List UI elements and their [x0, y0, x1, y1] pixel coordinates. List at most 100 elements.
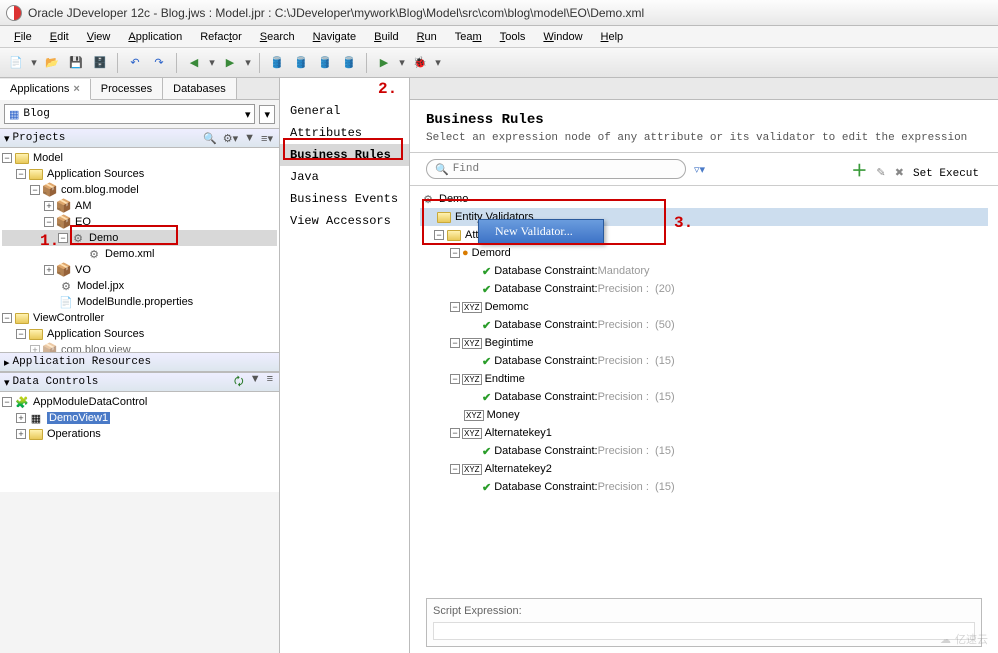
- tree-node-model[interactable]: −Model: [2, 150, 277, 166]
- filter-icon[interactable]: ▼: [248, 373, 263, 392]
- menubar: File Edit View Application Refactor Sear…: [0, 26, 998, 48]
- tab-databases[interactable]: Databases: [163, 78, 237, 99]
- menu-edit[interactable]: Edit: [42, 29, 77, 45]
- rule-node-endtime[interactable]: −XYZEndtime: [420, 370, 988, 388]
- projects-tree[interactable]: −Model −Application Sources −📦com.blog.m…: [0, 148, 279, 352]
- rule-node-demord[interactable]: −●Demord: [420, 244, 988, 262]
- menu-search[interactable]: Search: [252, 29, 303, 45]
- nav-general[interactable]: General: [280, 100, 409, 122]
- application-selector[interactable]: ▦Blog ▾: [4, 104, 255, 124]
- refresh-icon[interactable]: 🗘: [232, 373, 246, 392]
- tree-node-viewcontroller[interactable]: −ViewController: [2, 310, 277, 326]
- gear-icon[interactable]: ⚙▾: [221, 132, 240, 145]
- rule-node-alt1[interactable]: −XYZAlternatekey1: [420, 424, 988, 442]
- rule-node-begintime[interactable]: −XYZBegintime: [420, 334, 988, 352]
- undo-button[interactable]: ↶: [125, 53, 145, 73]
- options-icon[interactable]: ≡: [265, 373, 275, 392]
- find-input-wrapper[interactable]: 🔍: [426, 159, 686, 179]
- db-button-2[interactable]: 🛢️: [291, 53, 311, 73]
- tree-node-vo[interactable]: +📦VO: [2, 262, 277, 278]
- run-button[interactable]: ▶: [374, 53, 394, 73]
- tree-node-demoview[interactable]: +▦DemoView1: [2, 410, 277, 426]
- script-expression-input[interactable]: [433, 622, 975, 640]
- rule-constraint[interactable]: ✔Database Constraint: Precision : (15): [420, 388, 988, 406]
- tree-node-operations[interactable]: +Operations: [2, 426, 277, 442]
- app-resources-header[interactable]: ▸ Application Resources: [0, 352, 279, 372]
- tree-node-bundle[interactable]: 📄ModelBundle.properties: [2, 294, 277, 310]
- tree-node-appsources[interactable]: −Application Sources: [2, 166, 277, 182]
- save-button[interactable]: 💾: [66, 53, 86, 73]
- rule-node-demo[interactable]: ⚙Demo: [420, 190, 988, 208]
- collapse-icon[interactable]: ▾: [4, 132, 10, 145]
- rule-constraint[interactable]: ✔Database Constraint: Precision : (20): [420, 280, 988, 298]
- menu-run[interactable]: Run: [409, 29, 445, 45]
- nav-java[interactable]: Java: [280, 166, 409, 188]
- menu-build[interactable]: Build: [366, 29, 406, 45]
- db-button-1[interactable]: 🛢️: [267, 53, 287, 73]
- save-all-button[interactable]: 🗄️: [90, 53, 110, 73]
- forward-button[interactable]: ▶: [220, 53, 240, 73]
- nav-attributes[interactable]: Attributes: [280, 122, 409, 144]
- menu-file[interactable]: File: [6, 29, 40, 45]
- menu-application[interactable]: Application: [120, 29, 190, 45]
- menu-help[interactable]: Help: [593, 29, 632, 45]
- close-icon[interactable]: ×: [73, 83, 79, 95]
- filter-icon[interactable]: ▼: [242, 132, 257, 145]
- menu-tools[interactable]: Tools: [492, 29, 534, 45]
- dropdown-icon[interactable]: ▾: [434, 53, 442, 73]
- nav-business-events[interactable]: Business Events: [280, 188, 409, 210]
- tab-applications[interactable]: Applications×: [0, 79, 91, 100]
- db-button-4[interactable]: 🛢️: [339, 53, 359, 73]
- tree-node-eo[interactable]: −📦EO: [2, 214, 277, 230]
- tree-node-am[interactable]: +📦AM: [2, 198, 277, 214]
- rule-actions: ＋ ✎ ✖ Set Execut: [848, 157, 982, 181]
- tree-node-appsources2[interactable]: −Application Sources: [2, 326, 277, 342]
- context-menu-new-validator[interactable]: New Validator...: [478, 219, 604, 244]
- collapse-icon[interactable]: ▾: [4, 376, 10, 389]
- rules-tree[interactable]: ⚙Demo Entity Validators −Attri −●Demord …: [410, 186, 998, 592]
- back-button[interactable]: ◀: [184, 53, 204, 73]
- rule-constraint[interactable]: ✔Database Constraint: Mandatory: [420, 262, 988, 280]
- tree-node-package[interactable]: −📦com.blog.model: [2, 182, 277, 198]
- find-input[interactable]: [453, 163, 677, 175]
- app-menu-button[interactable]: ▾: [259, 105, 275, 124]
- dropdown-icon[interactable]: ▾: [244, 53, 252, 73]
- options-icon[interactable]: ≡▾: [259, 132, 275, 145]
- db-button-3[interactable]: 🛢️: [315, 53, 335, 73]
- data-controls-tree[interactable]: −🧩AppModuleDataControl +▦DemoView1 +Oper…: [0, 392, 279, 492]
- open-button[interactable]: 📂: [42, 53, 62, 73]
- nav-view-accessors[interactable]: View Accessors: [280, 210, 409, 232]
- rule-constraint[interactable]: ✔Database Constraint: Precision : (50): [420, 316, 988, 334]
- rule-node-demomc[interactable]: −XYZDemomc: [420, 298, 988, 316]
- edit-button[interactable]: ✎: [873, 167, 888, 179]
- tab-processes[interactable]: Processes: [91, 78, 163, 99]
- new-button[interactable]: 📄: [6, 53, 26, 73]
- menu-refactor[interactable]: Refactor: [192, 29, 250, 45]
- rule-constraint[interactable]: ✔Database Constraint: Precision : (15): [420, 352, 988, 370]
- set-execution-button[interactable]: Set Execut: [910, 168, 982, 180]
- dropdown-icon[interactable]: ▾: [208, 53, 216, 73]
- rule-node-money[interactable]: XYZMoney: [420, 406, 988, 424]
- rule-constraint[interactable]: ✔Database Constraint: Precision : (15): [420, 478, 988, 496]
- dropdown-icon[interactable]: ▾: [30, 53, 38, 73]
- search-icon[interactable]: 🔍: [201, 132, 219, 145]
- rule-node-alt2[interactable]: −XYZAlternatekey2: [420, 460, 988, 478]
- redo-button[interactable]: ↷: [149, 53, 169, 73]
- window-title: Oracle JDeveloper 12c - Blog.jws : Model…: [28, 6, 644, 20]
- editor-tabs: ⚙Demo.xml×: [410, 78, 998, 100]
- tree-node-appmodule[interactable]: −🧩AppModuleDataControl: [2, 394, 277, 410]
- rule-constraint[interactable]: ✔Database Constraint: Precision : (15): [420, 442, 988, 460]
- debug-button[interactable]: 🐞: [410, 53, 430, 73]
- menu-team[interactable]: Team: [447, 29, 490, 45]
- tree-node-package2[interactable]: +📦com.blog.view: [2, 342, 277, 352]
- dropdown-icon[interactable]: ▾: [398, 53, 406, 73]
- delete-button[interactable]: ✖: [892, 167, 907, 179]
- expand-icon[interactable]: ▸: [4, 356, 10, 369]
- menu-view[interactable]: View: [79, 29, 119, 45]
- menu-window[interactable]: Window: [535, 29, 590, 45]
- add-button[interactable]: ＋: [848, 163, 870, 180]
- tree-node-modeljpx[interactable]: ⚙Model.jpx: [2, 278, 277, 294]
- nav-business-rules[interactable]: Business Rules: [280, 144, 409, 166]
- filter-icon[interactable]: ▿▾: [694, 163, 705, 176]
- menu-navigate[interactable]: Navigate: [305, 29, 364, 45]
